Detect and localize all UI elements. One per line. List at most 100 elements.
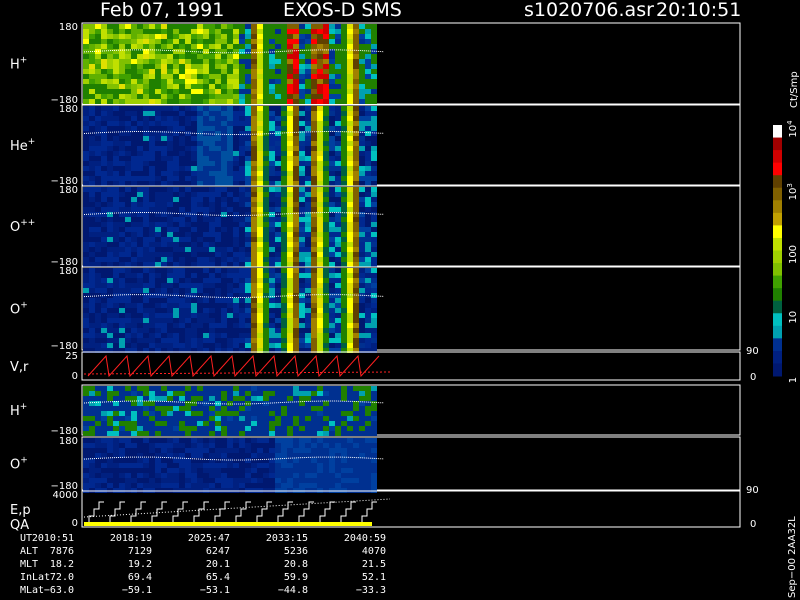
heatmap-cell — [95, 303, 101, 308]
heatmap-cell — [371, 386, 377, 391]
heatmap-cell — [215, 106, 221, 111]
heatmap-cell — [323, 257, 329, 262]
heatmap-cell — [131, 151, 137, 156]
heatmap-cell — [353, 222, 359, 227]
heatmap-cell — [143, 252, 149, 257]
heatmap-cell — [263, 64, 269, 69]
heatmap-cell — [245, 438, 251, 443]
heatmap-cell — [371, 391, 377, 396]
heatmap-cell — [161, 89, 167, 94]
heatmap-cell — [155, 197, 161, 202]
header-file: s1020706.asr — [524, 0, 654, 21]
heatmap-cell — [191, 426, 197, 431]
heatmap-cell — [233, 227, 239, 232]
heatmap-cell — [311, 463, 317, 468]
heatmap-cell — [215, 121, 221, 126]
heatmap-cell — [173, 483, 179, 488]
heatmap-cell — [143, 463, 149, 468]
heatmap-cell — [329, 288, 335, 293]
heatmap-cell — [95, 207, 101, 212]
heatmap-cell — [299, 303, 305, 308]
heatmap-cell — [371, 171, 377, 176]
heatmap-cell — [107, 29, 113, 34]
heatmap-cell — [227, 257, 233, 262]
heatmap-cell — [215, 227, 221, 232]
heatmap-cell — [191, 156, 197, 161]
heatmap-cell — [203, 64, 209, 69]
heatmap-cell — [317, 141, 323, 146]
heatmap-cell — [209, 328, 215, 333]
heatmap-cell — [335, 217, 341, 222]
heatmap-cell — [239, 29, 245, 34]
heatmap-cell — [143, 237, 149, 242]
heatmap-cell — [323, 401, 329, 406]
heatmap-cell — [149, 106, 155, 111]
panel-label-2: QA — [10, 518, 29, 533]
heatmap-cell — [317, 166, 323, 171]
heatmap-cell — [125, 136, 131, 141]
heatmap-cell — [137, 74, 143, 79]
heatmap-cell — [131, 391, 137, 396]
heatmap-cell — [287, 141, 293, 146]
heatmap-cell — [275, 303, 281, 308]
heatmap-cell — [215, 278, 221, 283]
heatmap-cell — [341, 443, 347, 448]
heatmap-cell — [197, 232, 203, 237]
heatmap-cell — [239, 283, 245, 288]
heatmap-cell — [287, 257, 293, 262]
heatmap-cell — [251, 187, 257, 192]
heatmap-cell — [185, 338, 191, 343]
heatmap-cell — [257, 338, 263, 343]
heatmap-cell — [329, 207, 335, 212]
heatmap-cell — [215, 406, 221, 411]
heatmap-cell — [353, 116, 359, 121]
heatmap-cell — [119, 448, 125, 453]
heatmap-cell — [263, 161, 269, 166]
heatmap-cell — [359, 242, 365, 247]
heatmap-cell — [365, 54, 371, 59]
heatmap-cell — [293, 343, 299, 348]
heatmap-cell — [347, 84, 353, 89]
heatmap-cell — [83, 141, 89, 146]
heatmap-cell — [155, 176, 161, 181]
heatmap-cell — [329, 99, 335, 104]
heatmap-cell — [137, 483, 143, 488]
heatmap-cell — [89, 197, 95, 202]
heatmap-cell — [161, 151, 167, 156]
heatmap-cell — [89, 161, 95, 166]
heatmap-cell — [293, 273, 299, 278]
heatmap-cell — [203, 44, 209, 49]
heatmap-cell — [119, 257, 125, 262]
heatmap-cell — [125, 303, 131, 308]
heatmap-cell — [281, 391, 287, 396]
heatmap-cell — [263, 426, 269, 431]
heatmap-cell — [359, 438, 365, 443]
heatmap-cell — [179, 252, 185, 257]
heatmap-cell — [179, 222, 185, 227]
heatmap-cell — [245, 49, 251, 54]
heatmap-cell — [275, 161, 281, 166]
heatmap-cell — [191, 308, 197, 313]
heatmap-cell — [191, 288, 197, 293]
heatmap-cell — [335, 99, 341, 104]
heatmap-cell — [335, 192, 341, 197]
heatmap-cell — [287, 111, 293, 116]
heatmap-cell — [197, 39, 203, 44]
heatmap-cell — [155, 483, 161, 488]
heatmap-cell — [167, 156, 173, 161]
heatmap-cell — [113, 391, 119, 396]
heatmap-cell — [305, 391, 311, 396]
heatmap-cell — [311, 237, 317, 242]
heatmap-cell — [329, 396, 335, 401]
heatmap-cell — [263, 483, 269, 488]
heatmap-cell — [191, 207, 197, 212]
heatmap-cell — [305, 24, 311, 29]
heatmap-cell — [293, 187, 299, 192]
heatmap-cell — [119, 237, 125, 242]
heatmap-cell — [131, 116, 137, 121]
heatmap-cell — [119, 202, 125, 207]
heatmap-cell — [227, 111, 233, 116]
heatmap-cell — [203, 298, 209, 303]
heatmap-cell — [227, 252, 233, 257]
heatmap-cell — [293, 288, 299, 293]
